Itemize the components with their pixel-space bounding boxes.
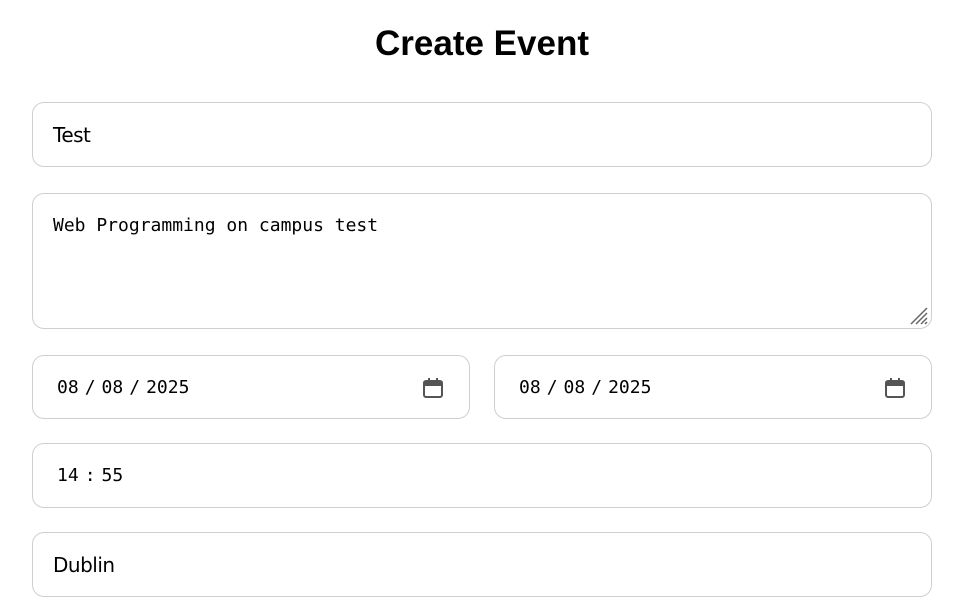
time-hour[interactable]: 14 bbox=[57, 465, 79, 486]
page-title: Create Event bbox=[375, 24, 589, 63]
end-date-separator: / bbox=[546, 376, 558, 398]
end-date-separator: / bbox=[591, 376, 603, 398]
start-date-year[interactable]: 2025 bbox=[146, 377, 189, 398]
calendar-icon[interactable] bbox=[883, 376, 907, 400]
time-minute[interactable]: 55 bbox=[102, 465, 124, 486]
start-date-month[interactable]: 08 bbox=[57, 377, 79, 398]
end-date-day[interactable]: 08 bbox=[564, 377, 586, 398]
event-location-value: Dublin bbox=[53, 552, 115, 577]
resize-handle-icon[interactable] bbox=[907, 304, 929, 326]
end-date-month[interactable]: 08 bbox=[519, 377, 541, 398]
start-date-day[interactable]: 08 bbox=[102, 377, 124, 398]
time-separator: : bbox=[84, 465, 96, 486]
start-date-separator: / bbox=[129, 376, 141, 398]
end-date-input[interactable]: 08 / 08 / 2025 bbox=[494, 355, 932, 419]
event-title-value: Test bbox=[53, 122, 91, 147]
event-location-input[interactable]: Dublin bbox=[32, 532, 932, 597]
event-title-input[interactable]: Test bbox=[32, 102, 932, 167]
start-date-input[interactable]: 08 / 08 / 2025 bbox=[32, 355, 470, 419]
event-description-textarea[interactable]: Web Programming on campus test bbox=[32, 193, 932, 329]
end-date-year[interactable]: 2025 bbox=[608, 377, 651, 398]
event-description-value: Web Programming on campus test bbox=[53, 215, 379, 236]
calendar-icon[interactable] bbox=[421, 376, 445, 400]
start-date-separator: / bbox=[84, 376, 96, 398]
event-time-input[interactable]: 14 : 55 bbox=[32, 443, 932, 508]
